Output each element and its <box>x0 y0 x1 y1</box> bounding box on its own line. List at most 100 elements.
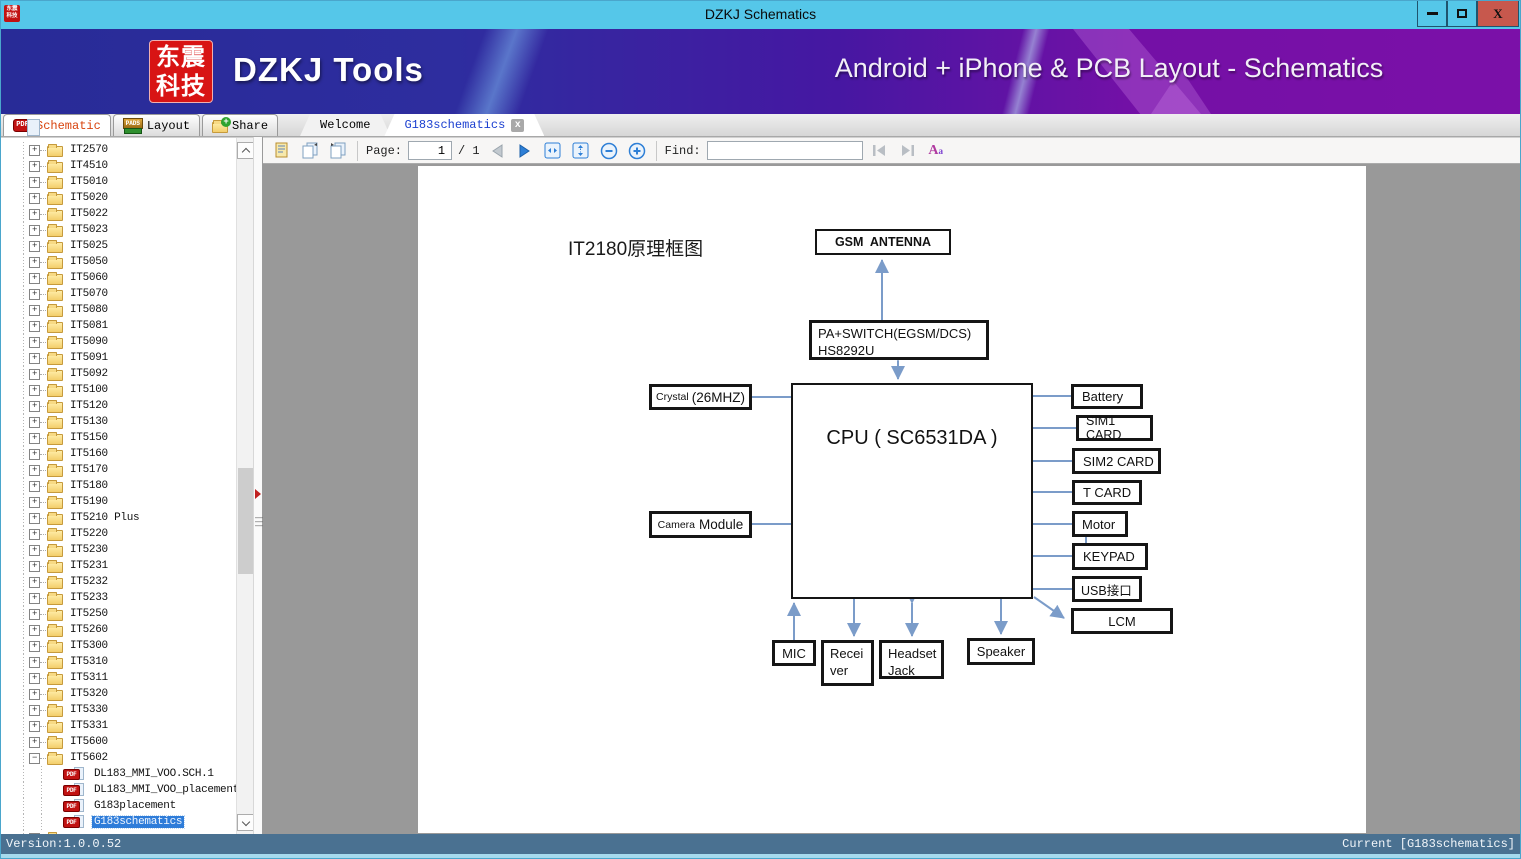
find-previous-icon[interactable] <box>869 140 891 162</box>
tree-item-folder[interactable]: + IT5250 <box>1 606 236 622</box>
tree-item-label[interactable]: IT5070 <box>68 288 110 300</box>
expand-toggle[interactable]: + <box>29 608 40 620</box>
tab-close-icon[interactable]: x <box>511 119 524 132</box>
fit-page-icon[interactable] <box>570 140 592 162</box>
prev-page-button[interactable] <box>486 140 508 162</box>
tree-item-label[interactable]: IT5130 <box>68 416 110 428</box>
tree-item-label[interactable]: IT5320 <box>68 688 110 700</box>
expand-toggle[interactable]: + <box>29 432 40 444</box>
tree-item-label[interactable]: IT5600 <box>68 736 110 748</box>
page-number-input[interactable] <box>408 141 453 160</box>
expand-toggle[interactable]: + <box>29 192 40 204</box>
tree-item-label[interactable]: IT5090 <box>68 336 110 348</box>
find-next-icon[interactable] <box>897 140 919 162</box>
expand-toggle[interactable]: + <box>29 224 40 236</box>
close-button[interactable]: X <box>1477 1 1519 27</box>
tree-item-folder[interactable]: + IT5090 <box>1 334 236 350</box>
tree-item-folder[interactable]: + IT5091 <box>1 350 236 366</box>
tree-item-folder[interactable]: + IT5080 <box>1 302 236 318</box>
scroll-thumb[interactable] <box>238 468 253 574</box>
expand-toggle[interactable]: + <box>29 352 40 364</box>
tree-item-folder[interactable]: + IT5320 <box>1 686 236 702</box>
expand-toggle[interactable]: + <box>29 832 40 834</box>
expand-toggle[interactable]: + <box>29 336 40 348</box>
find-input[interactable] <box>706 141 863 160</box>
expand-toggle[interactable]: + <box>29 672 40 684</box>
tree-item-label[interactable]: IT5091 <box>68 352 110 364</box>
tree-item-label[interactable]: IT5080 <box>68 304 110 316</box>
zoom-in-icon[interactable] <box>626 140 648 162</box>
doc-tab-g183schematics[interactable]: G183schematics x <box>384 114 544 136</box>
tree-item-label[interactable]: DL183_MMI_VOO_placement <box>92 784 236 796</box>
text-size-icon[interactable]: Aa <box>925 140 947 162</box>
expand-toggle[interactable]: + <box>29 656 40 668</box>
expand-toggle[interactable]: + <box>29 640 40 652</box>
tree-item-label[interactable]: IT5602 <box>68 752 110 764</box>
sidebar-scrollbar[interactable] <box>236 138 253 834</box>
tree-item-folder[interactable]: + IT5023 <box>1 222 236 238</box>
tree-item-folder[interactable]: + IT5330 <box>1 702 236 718</box>
tree-item-label[interactable]: IT5300 <box>68 640 110 652</box>
expand-toggle[interactable]: + <box>29 240 40 252</box>
zoom-out-icon[interactable] <box>598 140 620 162</box>
next-view-icon[interactable] <box>327 140 349 162</box>
expand-toggle[interactable]: + <box>29 688 40 700</box>
tree-item-folder[interactable]: + IT5600 <box>1 734 236 750</box>
new-page-icon[interactable] <box>271 140 293 162</box>
tree-item-label[interactable]: IT5010 <box>68 176 110 188</box>
tree-item-folder[interactable]: + IT5260 <box>1 622 236 638</box>
expand-toggle[interactable]: + <box>29 464 40 476</box>
expand-toggle[interactable]: + <box>29 304 40 316</box>
tree-item-folder[interactable]: + IT5020 <box>1 190 236 206</box>
expand-toggle[interactable]: + <box>29 208 40 220</box>
tree-item-folder[interactable]: + IT5130 <box>1 414 236 430</box>
tree-item-label[interactable]: IT5220 <box>68 528 110 540</box>
minimize-button[interactable] <box>1417 1 1447 27</box>
tree-item-label[interactable]: IT2570 <box>68 144 110 156</box>
tree-item-pdf[interactable]: PDF DL183_MMI_VOO_placement <box>1 782 236 798</box>
tree-item-label[interactable]: G183placement <box>92 800 178 812</box>
scroll-up-button[interactable] <box>237 142 253 159</box>
expand-toggle[interactable]: + <box>29 576 40 588</box>
tree-item-label[interactable]: IT5310 <box>68 656 110 668</box>
tree-item-label[interactable]: IT5250 <box>68 608 110 620</box>
tree-item-label[interactable]: IT5022 <box>68 208 110 220</box>
expand-toggle[interactable]: + <box>29 384 40 396</box>
tree-item-label[interactable]: IT5060 <box>68 272 110 284</box>
tree-item-folder[interactable]: + IT5022 <box>1 206 236 222</box>
tree-item-folder[interactable]: + IT5232 <box>1 574 236 590</box>
tree-item-folder[interactable]: + IT5060 <box>1 270 236 286</box>
tree-item-folder[interactable]: + IT5220 <box>1 526 236 542</box>
tree-item-folder[interactable]: + <box>1 830 236 834</box>
tree-item-folder[interactable]: + IT5310 <box>1 654 236 670</box>
tree-item-label[interactable]: IT5150 <box>68 432 110 444</box>
fit-width-icon[interactable] <box>542 140 564 162</box>
tree-item-folder[interactable]: + IT5311 <box>1 670 236 686</box>
tree-item-label[interactable]: IT5180 <box>68 480 110 492</box>
tree-item-label[interactable]: IT5081 <box>68 320 110 332</box>
tree-item-label[interactable]: IT5120 <box>68 400 110 412</box>
tree-item-label[interactable]: IT5190 <box>68 496 110 508</box>
doc-tab-welcome[interactable]: Welcome <box>300 114 390 136</box>
next-page-button[interactable] <box>514 140 536 162</box>
tab-schematic[interactable]: PDF Schematic <box>3 114 111 136</box>
tree-item-label[interactable]: IT5020 <box>68 192 110 204</box>
tree-item-label[interactable]: IT5210 Plus <box>68 512 141 524</box>
expand-toggle[interactable]: + <box>29 160 40 172</box>
tree-item-label[interactable]: IT5330 <box>68 704 110 716</box>
expand-toggle[interactable]: + <box>29 320 40 332</box>
tree-item-pdf[interactable]: PDF DL183_MMI_VOO.SCH.1 <box>1 766 236 782</box>
tree-item-folder[interactable]: + IT5081 <box>1 318 236 334</box>
maximize-button[interactable] <box>1447 1 1477 27</box>
tree-item-folder[interactable]: + IT5010 <box>1 174 236 190</box>
expand-toggle[interactable]: + <box>29 560 40 572</box>
expand-toggle[interactable]: + <box>29 736 40 748</box>
tree-item-folder[interactable]: + IT5150 <box>1 430 236 446</box>
expand-toggle[interactable]: + <box>29 528 40 540</box>
expand-toggle[interactable]: + <box>29 448 40 460</box>
tree-item-folder[interactable]: + IT5050 <box>1 254 236 270</box>
tree-item-label[interactable]: IT5233 <box>68 592 110 604</box>
expand-toggle[interactable]: + <box>29 176 40 188</box>
tab-layout[interactable]: PADS Layout <box>112 114 201 136</box>
tree-item-label[interactable]: IT5231 <box>68 560 110 572</box>
